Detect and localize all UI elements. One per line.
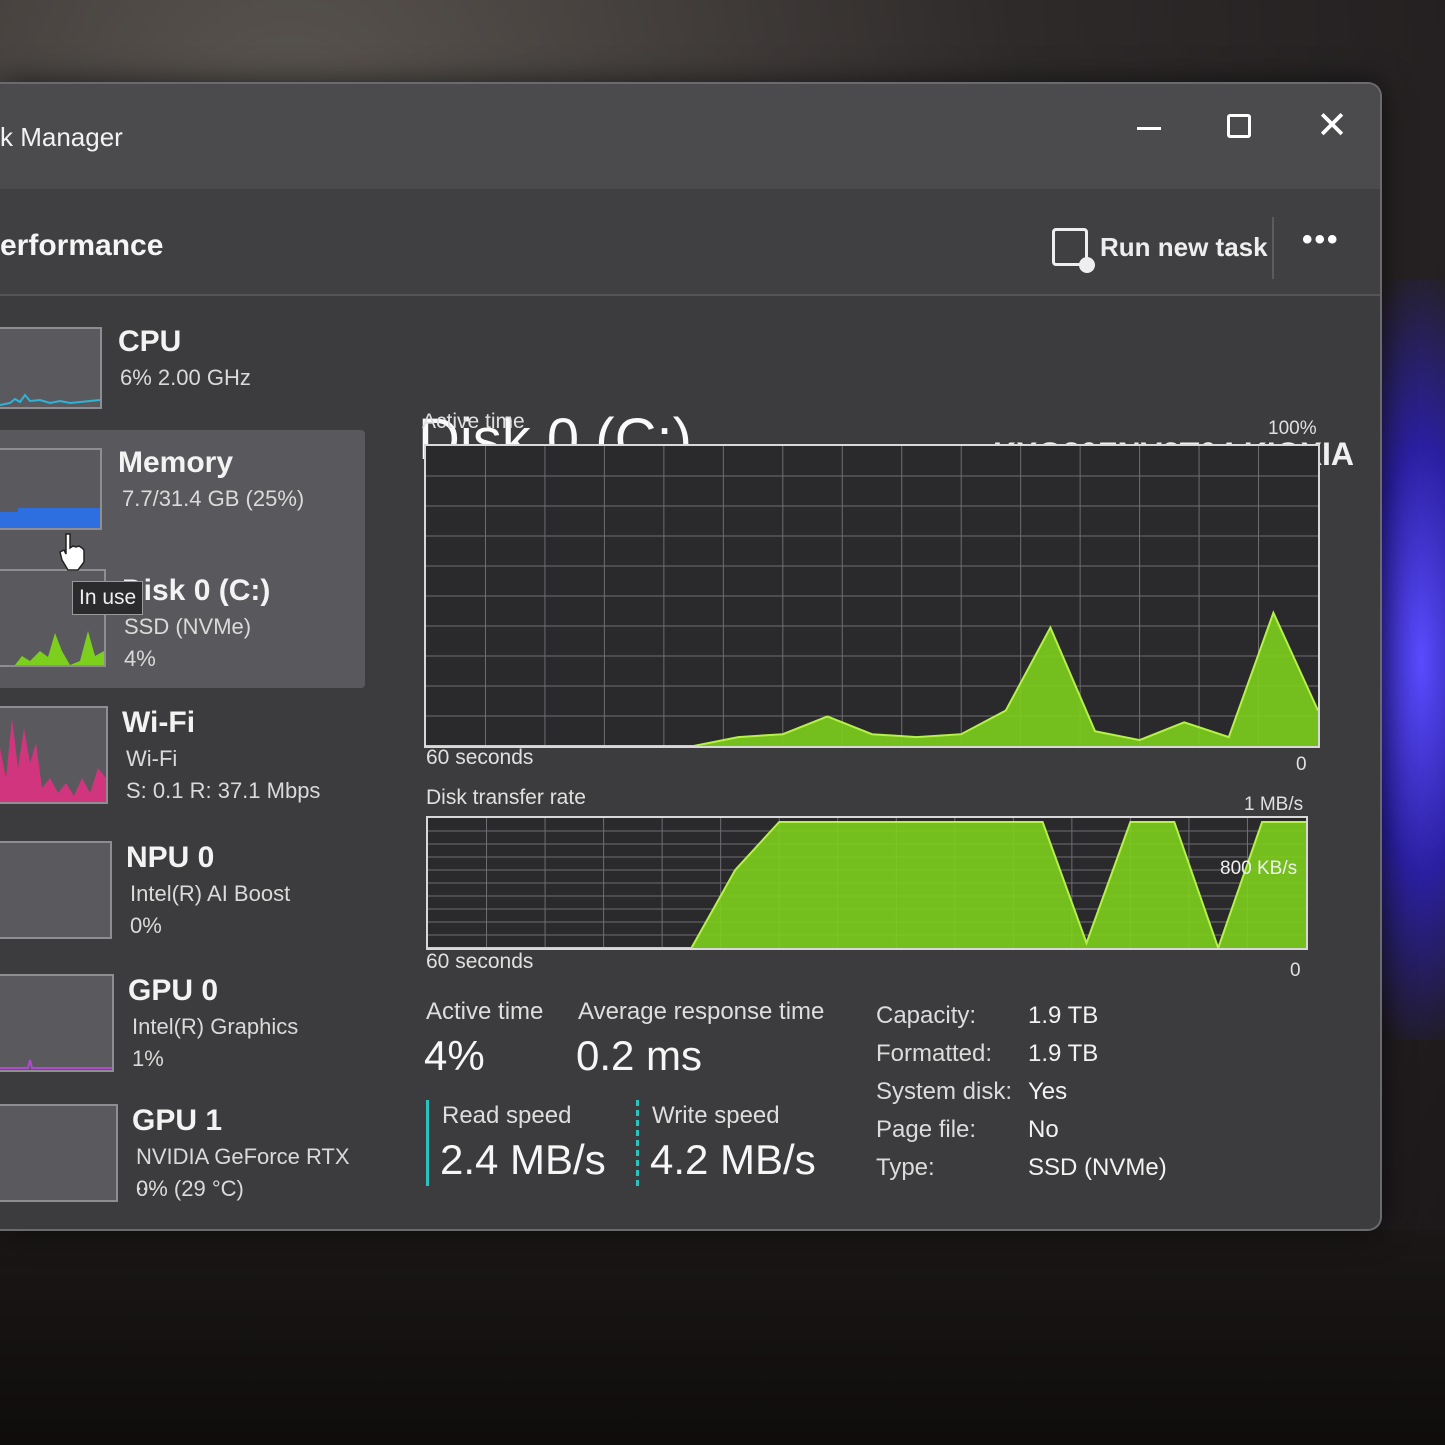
active-time-min-label: 0 <box>1296 754 1307 775</box>
transfer-rate-graph-label: Disk transfer rate <box>426 786 586 809</box>
task-manager-window: k Manager ✕ erformance Run new task ••• … <box>0 82 1382 1231</box>
active-time-graph <box>424 444 1320 748</box>
sidebar-item-usage: 0% <box>130 913 162 938</box>
active-time-timespan: 60 seconds <box>426 746 534 769</box>
active-time-stat-label: Active time <box>426 998 544 1025</box>
maximize-icon <box>1227 114 1251 138</box>
command-bar: erformance Run new task ••• <box>0 189 1380 296</box>
read-speed-value: 2.4 MB/s <box>440 1136 606 1183</box>
sidebar-item-usage: S: 0.1 R: 37.1 Mbps <box>126 778 321 803</box>
series-area <box>426 612 1318 746</box>
run-new-task-button[interactable]: Run new task <box>1052 225 1268 273</box>
write-speed-indicator <box>636 1100 639 1186</box>
series-area <box>428 822 1306 948</box>
more-options-button[interactable]: ••• <box>1302 223 1340 257</box>
transfer-rate-plot <box>428 818 1306 948</box>
hand-cursor-icon <box>59 533 85 571</box>
type-value: SSD (NVMe) <box>1028 1154 1167 1181</box>
active-time-graph-label: Active time <box>422 410 525 433</box>
sidebar-item-disk-0[interactable]: Disk 0 (C:) SSD (NVMe) 4% <box>0 554 365 684</box>
sidebar-item-wifi[interactable]: Wi-Fi Wi-Fi S: 0.1 R: 37.1 Mbps <box>0 694 365 824</box>
transfer-rate-timespan: 60 seconds <box>426 950 534 973</box>
response-time-value: 0.2 ms <box>576 1032 703 1079</box>
capacity-label: Capacity: <box>876 1002 977 1029</box>
formatted-label: Formatted: <box>876 1040 993 1067</box>
transfer-rate-min-label: 0 <box>1290 960 1301 981</box>
sidebar-item-detail: 6% 2.00 GHz <box>120 365 251 390</box>
toolbar-divider <box>1272 217 1274 279</box>
formatted-value: 1.9 TB <box>1028 1040 1099 1067</box>
sidebar-item-gpu-0[interactable]: GPU 0 Intel(R) Graphics 1% <box>0 962 365 1092</box>
close-button[interactable]: ✕ <box>1307 106 1357 146</box>
memory-thumbnail-graph <box>0 448 102 530</box>
transfer-rate-mid-label: 800 KB/s <box>1220 858 1298 879</box>
active-time-max-label: 100% <box>1268 418 1317 439</box>
memory-thumb-plot <box>0 508 100 528</box>
sidebar-item-npu-0[interactable]: NPU 0 Intel(R) AI Boost 0% <box>0 829 365 959</box>
read-speed-indicator <box>426 1100 429 1186</box>
sidebar-item-detail: Wi-Fi <box>126 746 178 771</box>
sidebar-item-usage: 4% <box>124 646 156 671</box>
sidebar-item-gpu-1[interactable]: GPU 1 NVIDIA GeForce RTX ... 0% (29 °C) <box>0 1092 365 1222</box>
sidebar-item-label: Disk 0 (C:) <box>122 574 271 607</box>
active-time-stat-value: 4% <box>424 1032 485 1079</box>
transfer-rate-graph: 800 KB/s <box>426 816 1308 950</box>
page-file-label: Page file: <box>876 1116 977 1143</box>
wifi-thumbnail-graph <box>0 706 108 804</box>
minimize-button[interactable] <box>1123 106 1173 146</box>
sidebar-item-cpu[interactable]: CPU 6% 2.00 GHz <box>0 309 365 439</box>
sidebar-item-detail: 7.7/31.4 GB (25%) <box>122 486 305 511</box>
sidebar-item-label: GPU 0 <box>128 974 219 1007</box>
active-time-plot <box>426 446 1318 746</box>
sidebar-item-label: GPU 1 <box>132 1104 223 1137</box>
read-speed-label: Read speed <box>442 1102 572 1129</box>
desk-background <box>0 1230 1445 1445</box>
sidebar-item-label: Wi-Fi <box>122 706 196 739</box>
capacity-value: 1.9 TB <box>1028 1002 1099 1029</box>
npu-thumbnail-graph <box>0 841 112 939</box>
transfer-rate-max-label: 1 MB/s <box>1244 794 1304 815</box>
maximize-button[interactable] <box>1213 106 1263 146</box>
sidebar-item-detail: Intel(R) AI Boost <box>130 881 291 906</box>
minimize-icon <box>1137 127 1161 130</box>
response-time-label: Average response time <box>578 998 825 1025</box>
sidebar-item-label: Memory <box>118 446 234 479</box>
write-speed-label: Write speed <box>652 1102 780 1129</box>
sidebar-item-label: NPU 0 <box>126 841 215 874</box>
wifi-thumb-plot <box>0 718 106 802</box>
sidebar-item-detail: SSD (NVMe) <box>124 614 252 639</box>
sidebar-item-detail: Intel(R) Graphics <box>132 1014 299 1039</box>
cpu-thumb-plot <box>0 393 100 406</box>
run-new-task-label: Run new task <box>1100 231 1268 262</box>
gpu0-thumbnail-graph <box>0 974 114 1072</box>
sidebar-item-usage: 0% (29 °C) <box>136 1176 244 1201</box>
system-disk-value: Yes <box>1028 1078 1068 1105</box>
in-use-tooltip: In use <box>72 581 144 615</box>
run-task-icon <box>1052 228 1095 273</box>
system-disk-label: System disk: <box>876 1078 1013 1105</box>
window-title: k Manager <box>0 122 123 152</box>
page-title: erformance <box>0 229 164 262</box>
sidebar-item-label: CPU <box>118 325 182 358</box>
sidebar-item-usage: 1% <box>132 1046 164 1071</box>
write-speed-value: 4.2 MB/s <box>650 1136 816 1183</box>
title-bar: k Manager ✕ <box>0 84 1380 189</box>
gpu0-thumb-plot <box>0 1059 112 1069</box>
gpu1-thumbnail-graph <box>0 1104 118 1202</box>
cpu-thumbnail-graph <box>0 327 102 409</box>
page-file-value: No <box>1028 1116 1059 1143</box>
type-label: Type: <box>876 1154 935 1181</box>
